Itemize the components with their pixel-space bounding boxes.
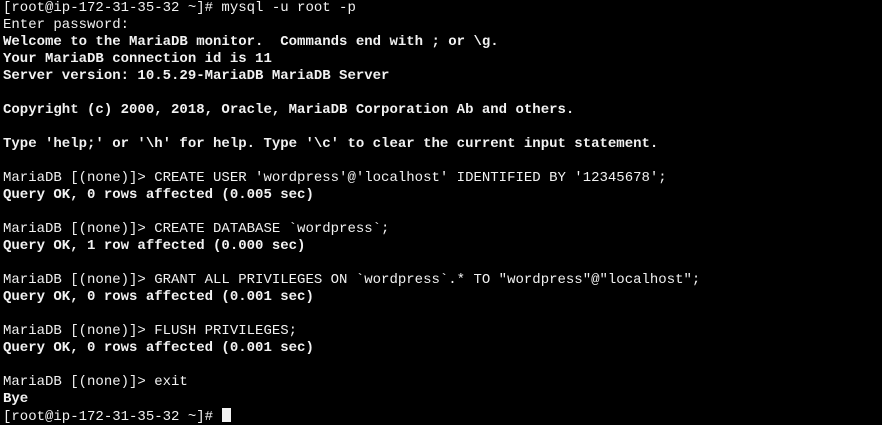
query-result-line: Query OK, 0 rows affected (0.001 sec) [3, 340, 314, 356]
help-hint-line: Type 'help;' or '\h' for help. Type '\c'… [3, 136, 659, 152]
query-result-line: Query OK, 0 rows affected (0.005 sec) [3, 187, 314, 203]
connection-id-line: Your MariaDB connection id is 11 [3, 51, 272, 67]
command-flush-line: MariaDB [(none)]> FLUSH PRIVILEGES; [3, 323, 298, 339]
final-prompt-line[interactable]: [root@ip-172-31-35-32 ~]# [3, 408, 882, 425]
terminal-window[interactable]: [root@ip-172-31-35-32 ~]# mysql -u root … [0, 0, 882, 425]
query-result-line: Query OK, 0 rows affected (0.001 sec) [3, 289, 314, 305]
server-version-line: Server version: 10.5.29-MariaDB MariaDB … [3, 68, 390, 84]
command-create-user-line: MariaDB [(none)]> CREATE USER 'wordpress… [3, 170, 667, 186]
command-create-database-line: MariaDB [(none)]> CREATE DATABASE `wordp… [3, 221, 390, 237]
shell-prompt-line: [root@ip-172-31-35-32 ~]# mysql -u root … [3, 0, 356, 16]
command-grant-line: MariaDB [(none)]> GRANT ALL PRIVILEGES O… [3, 272, 701, 288]
final-prompt-text: [root@ip-172-31-35-32 ~]# [3, 409, 222, 425]
query-result-line: Query OK, 1 row affected (0.000 sec) [3, 238, 306, 254]
command-exit-line: MariaDB [(none)]> exit [3, 374, 188, 390]
copyright-line: Copyright (c) 2000, 2018, Oracle, MariaD… [3, 102, 575, 118]
password-prompt-line: Enter password: [3, 17, 130, 33]
welcome-line: Welcome to the MariaDB monitor. Commands… [3, 34, 499, 50]
bye-line: Bye [3, 391, 29, 407]
